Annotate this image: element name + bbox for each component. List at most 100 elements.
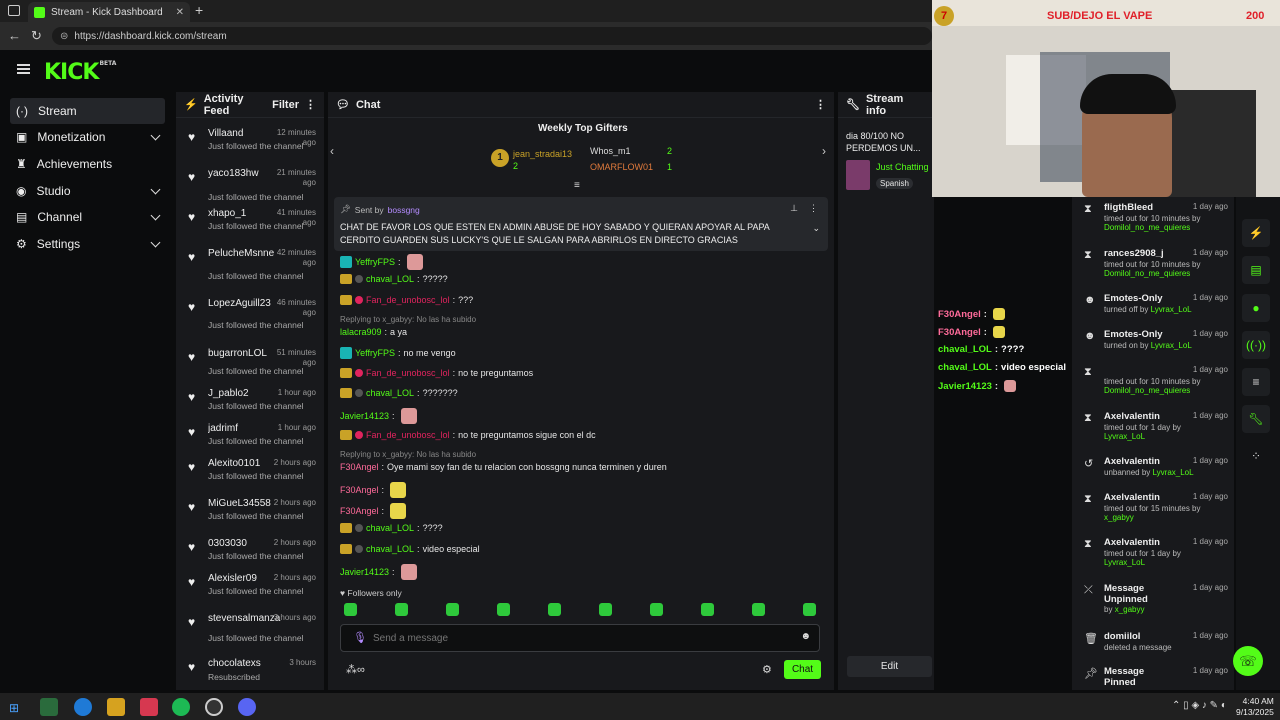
- points-icon[interactable]: ⁂∞: [346, 663, 365, 676]
- chat-username[interactable]: Javier14123: [340, 411, 389, 421]
- mod-log-item[interactable]: ☻ Emotes-Only 1 day ago turned off by Ly…: [1078, 293, 1228, 333]
- chat-message[interactable]: Fan_de_unobosc_lol: no te preguntamos si…: [340, 430, 596, 440]
- chat-username[interactable]: chaval_LOL: [366, 544, 414, 554]
- list-item[interactable]: ♥ PelucheMsnne 42 minutes ago Just follo…: [176, 248, 324, 282]
- sidebar-item-monetization[interactable]: ▣ Monetization: [10, 124, 165, 150]
- chat-username[interactable]: lalacra909: [340, 327, 382, 337]
- windows-start-icon[interactable]: ⊞: [9, 701, 19, 715]
- chat-message[interactable]: Fan_de_unobosc_lol: ???: [340, 295, 473, 305]
- chat-username[interactable]: YeffryFPS: [355, 257, 395, 267]
- chevron-down-icon[interactable]: ⌄: [812, 223, 820, 234]
- chat-message[interactable]: lalacra909: a ya: [340, 327, 407, 337]
- filter-button[interactable]: Filter: [272, 99, 299, 111]
- app-terminal-icon[interactable]: [40, 698, 58, 716]
- more-options-icon[interactable]: ⋮: [815, 98, 826, 111]
- layout-icon[interactable]: ≡: [1242, 368, 1270, 396]
- chat-username[interactable]: chaval_LOL: [366, 388, 414, 398]
- list-item[interactable]: ♥ bugarronLOL 51 minutes ago Just follow…: [176, 348, 324, 382]
- sidebar-item-stream[interactable]: (·) Stream: [10, 98, 165, 124]
- lightning-icon[interactable]: ⚡: [1242, 219, 1270, 247]
- gifters-prev-icon[interactable]: ‹: [330, 144, 334, 158]
- close-tab-icon[interactable]: ✕: [176, 7, 184, 18]
- broadcast-icon[interactable]: ((·)): [1242, 331, 1270, 359]
- support-icon[interactable]: ☏: [1233, 646, 1263, 676]
- more-options-icon[interactable]: ⋮: [809, 203, 818, 214]
- chat-message[interactable]: Javier14123:: [340, 564, 417, 580]
- app-explorer-icon[interactable]: [107, 698, 125, 716]
- pin-toggle-icon[interactable]: ⊥: [790, 203, 798, 214]
- emote-icon[interactable]: [344, 603, 357, 616]
- mod-log-item[interactable]: ↺ Axelvalentin 1 day ago unbanned by Lyv…: [1078, 456, 1228, 496]
- pinned-author[interactable]: bossgng: [388, 205, 420, 215]
- app-discord-icon[interactable]: [238, 698, 256, 716]
- gifter-name[interactable]: jean_stradai13: [513, 149, 572, 159]
- mod-log-item[interactable]: ⧗ Axelvalentin 1 day ago timed out for 1…: [1078, 411, 1228, 451]
- chat-message[interactable]: Fan_de_unobosc_lol: no te preguntamos: [340, 368, 533, 378]
- chat-message[interactable]: Javier14123:: [340, 408, 417, 424]
- browser-tab[interactable]: Stream - Kick Dashboard ✕: [28, 2, 190, 22]
- back-icon[interactable]: ←: [8, 28, 21, 43]
- list-item[interactable]: ♥ 0303030 2 hours ago Just followed the …: [176, 538, 324, 572]
- emoji-icon[interactable]: ☻: [800, 631, 811, 642]
- chat-message[interactable]: F30Angel:: [340, 503, 407, 519]
- app-mail-icon[interactable]: [140, 698, 158, 716]
- more-options-icon[interactable]: ⋮: [305, 98, 316, 111]
- chat-input[interactable]: 🎙︎ ☻: [340, 624, 820, 652]
- message-input[interactable]: [373, 629, 793, 647]
- chat-username[interactable]: Fan_de_unobosc_lol: [366, 430, 450, 440]
- mod-log-item[interactable]: ⤫ Message Unpinned 1 day ago by x_gabyy: [1078, 583, 1228, 623]
- list-item[interactable]: ♥ chocolatexs 3 hours Resubscribed: [176, 658, 324, 692]
- window-menu-icon[interactable]: [8, 5, 20, 16]
- chat-message[interactable]: chaval_LOL: ????: [340, 523, 443, 533]
- chat-username[interactable]: Fan_de_unobosc_lol: [366, 368, 450, 378]
- site-info-icon[interactable]: ⊜: [60, 31, 68, 42]
- share-icon[interactable]: ⁘: [1242, 442, 1270, 470]
- wrench-icon[interactable]: 🔧︎: [1242, 405, 1270, 433]
- mod-log-item[interactable]: ⧗ Axelvalentin 1 day ago timed out for 1…: [1078, 537, 1228, 577]
- chat-username[interactable]: Fan_de_unobosc_lol: [366, 295, 450, 305]
- mod-log-item[interactable]: ⧗ rances2908_j 1 day ago timed out for 1…: [1078, 248, 1228, 288]
- chat-username[interactable]: chaval_LOL: [366, 274, 414, 284]
- new-tab-icon[interactable]: +: [195, 2, 203, 18]
- chat-username[interactable]: chaval_LOL: [366, 523, 414, 533]
- chat-username[interactable]: F30Angel: [340, 506, 379, 516]
- chat-message[interactable]: chaval_LOL: ???????: [340, 388, 458, 398]
- mod-log-item[interactable]: ⧗ 1 day ago timed out for 10 minutes by …: [1078, 365, 1228, 405]
- chat-message[interactable]: YeffryFPS:: [340, 254, 423, 270]
- list-item[interactable]: ♥ xhapo_1 41 minutes ago Just followed t…: [176, 208, 324, 242]
- chat-username[interactable]: F30Angel: [340, 462, 379, 472]
- sidebar-item-achievements[interactable]: ♜ Achievements: [10, 151, 165, 177]
- chat-username[interactable]: Javier14123: [340, 567, 389, 577]
- list-item[interactable]: ♥ LopezAguill23 46 minutes ago Just foll…: [176, 298, 324, 332]
- sidebar-item-settings[interactable]: ⚙ Settings: [10, 231, 165, 257]
- app-spotify-icon[interactable]: [172, 698, 190, 716]
- mod-log-item[interactable]: ☻ Emotes-Only 1 day ago turned on by Lyv…: [1078, 329, 1228, 369]
- mod-log-item[interactable]: 🗑︎ domiilol 1 day ago deleted a message: [1078, 631, 1228, 671]
- emote-icon[interactable]: [803, 603, 816, 616]
- emote-icon[interactable]: [650, 603, 663, 616]
- gifter-name[interactable]: Whos_m1: [590, 146, 631, 156]
- emote-icon[interactable]: [548, 603, 561, 616]
- list-item[interactable]: ♥ yaco183hw 21 minutes ago Just followed…: [176, 168, 324, 202]
- category-name[interactable]: Just Chatting: [876, 162, 929, 172]
- clock[interactable]: 4:40 AM 9/13/2025: [1236, 696, 1274, 718]
- list-item[interactable]: ♥ MiGueL34558 2 hours ago Just followed …: [176, 498, 324, 532]
- chat-message[interactable]: chaval_LOL: video especial: [340, 544, 480, 554]
- emote-icon[interactable]: [497, 603, 510, 616]
- chat-message[interactable]: F30Angel:: [340, 482, 407, 498]
- mic-icon[interactable]: 🎙︎: [353, 631, 367, 644]
- chat-settings-icon[interactable]: ⚙: [762, 663, 772, 676]
- collapse-icon[interactable]: ≡: [574, 180, 580, 191]
- list-item[interactable]: ♥ J_pablo2 1 hour ago Just followed the …: [176, 388, 324, 422]
- document-icon[interactable]: ▤: [1242, 256, 1270, 284]
- emote-icon[interactable]: [446, 603, 459, 616]
- chat-message[interactable]: F30Angel: Oye mami soy fan de tu relacio…: [340, 462, 667, 472]
- chat-message[interactable]: YeffryFPS: no me vengo: [340, 347, 456, 359]
- app-obs-icon[interactable]: [205, 698, 223, 716]
- list-item[interactable]: ♥ stevensalmanza 3 hours ago Just follow…: [176, 613, 324, 647]
- send-chat-button[interactable]: Chat: [784, 660, 821, 679]
- hamburger-menu-icon[interactable]: [17, 64, 30, 74]
- sidebar-item-studio[interactable]: ◉ Studio: [10, 178, 165, 204]
- gifters-next-icon[interactable]: ›: [822, 144, 826, 158]
- emote-icon[interactable]: [599, 603, 612, 616]
